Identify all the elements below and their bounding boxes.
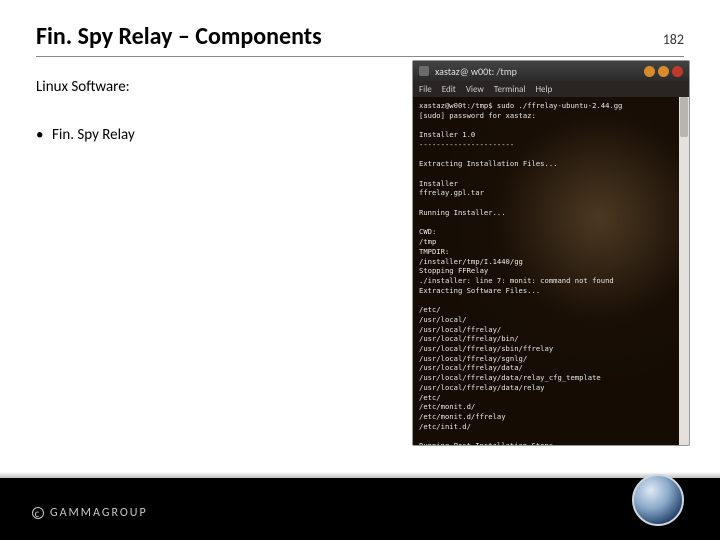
- title-rule: [36, 56, 684, 57]
- close-icon[interactable]: [672, 66, 683, 77]
- terminal-titlebar: xastaz@ w00t: /tmp: [413, 61, 689, 81]
- header-row: Fin. Spy Relay – Components 182: [36, 22, 684, 51]
- left-column: Linux Software: Fin. Spy Relay: [36, 78, 376, 144]
- brand-name: GAMMAGROUP: [50, 506, 148, 520]
- terminal-scrollbar[interactable]: [679, 97, 689, 445]
- slide-title: Fin. Spy Relay – Components: [36, 22, 322, 51]
- page-number: 182: [663, 31, 684, 48]
- slide: Fin. Spy Relay – Components 182 Linux So…: [0, 0, 720, 540]
- bullet-list: Fin. Spy Relay: [36, 126, 376, 144]
- terminal-icon: [419, 66, 429, 76]
- menu-terminal[interactable]: Terminal: [494, 84, 526, 95]
- maximize-icon[interactable]: [658, 66, 669, 77]
- footer: c GAMMAGROUP: [0, 478, 720, 540]
- terminal-menubar: File Edit View Terminal Help: [413, 81, 689, 97]
- copyright: c GAMMAGROUP: [32, 506, 148, 520]
- menu-view[interactable]: View: [466, 84, 484, 95]
- globe-icon: [632, 474, 684, 526]
- menu-help[interactable]: Help: [535, 84, 552, 95]
- terminal-output: xastaz@w00t:/tmp$ sudo ./ffrelay-ubuntu-…: [419, 101, 673, 445]
- window-buttons: [644, 66, 683, 77]
- terminal-body[interactable]: xastaz@w00t:/tmp$ sudo ./ffrelay-ubuntu-…: [413, 97, 679, 445]
- menu-file[interactable]: File: [419, 84, 432, 95]
- minimize-icon[interactable]: [644, 66, 655, 77]
- bullet-item: Fin. Spy Relay: [36, 126, 376, 144]
- terminal-title: xastaz@ w00t: /tmp: [435, 65, 644, 78]
- subheading: Linux Software:: [36, 78, 376, 96]
- terminal-window: xastaz@ w00t: /tmp File Edit View Termin…: [412, 60, 690, 446]
- menu-edit[interactable]: Edit: [442, 84, 456, 95]
- scrollbar-thumb[interactable]: [680, 97, 688, 137]
- logo-swoosh: [632, 487, 684, 526]
- copyright-icon: c: [32, 507, 44, 519]
- logo: [632, 474, 692, 534]
